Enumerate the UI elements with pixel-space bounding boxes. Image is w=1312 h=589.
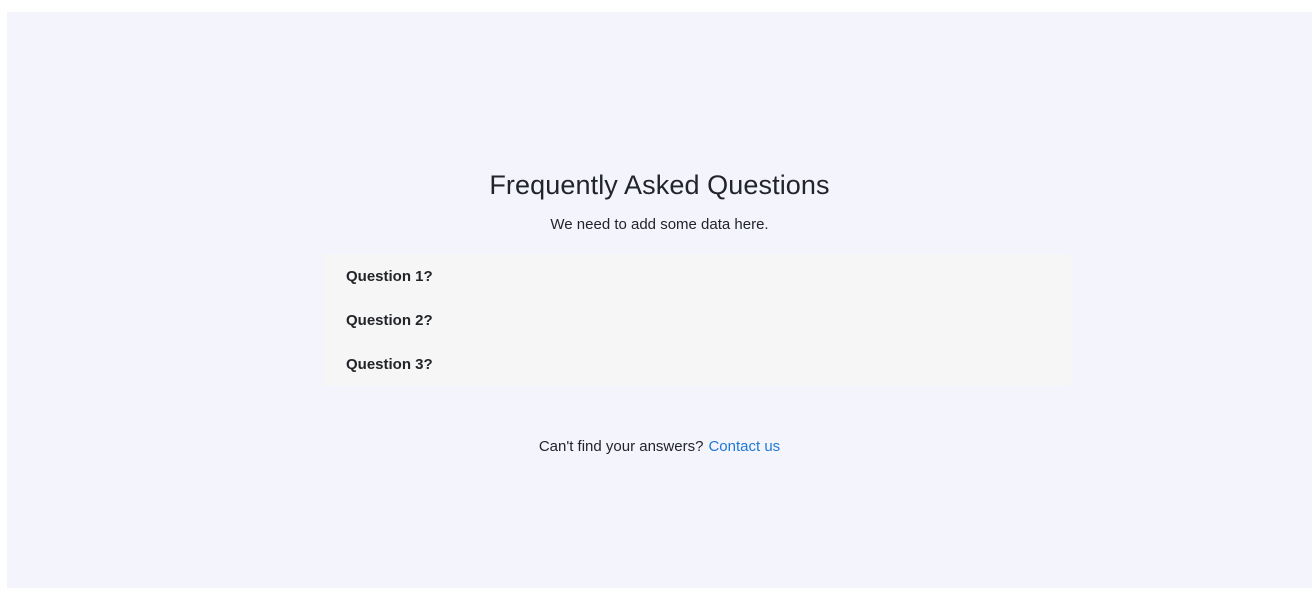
faq-question-label: Question 2? [346,311,433,329]
page-frame: Frequently Asked Questions We need to ad… [7,12,1312,588]
faq-question-3[interactable]: Question 3? [325,342,1071,386]
faq-section: Frequently Asked Questions We need to ad… [7,12,1312,588]
faq-question-list: Question 1? Question 2? Question 3? [325,254,1071,386]
faq-footer: Can't find your answers? Contact us [7,438,1312,455]
faq-title: Frequently Asked Questions [489,170,830,200]
faq-question-label: Question 1? [346,267,433,285]
faq-subtitle: We need to add some data here. [550,216,769,233]
faq-question-label: Question 3? [346,355,433,373]
contact-us-link[interactable]: Contact us [708,438,780,455]
faq-question-2[interactable]: Question 2? [325,298,1071,342]
footer-prompt: Can't find your answers? [538,438,704,455]
faq-question-1[interactable]: Question 1? [325,254,1071,298]
